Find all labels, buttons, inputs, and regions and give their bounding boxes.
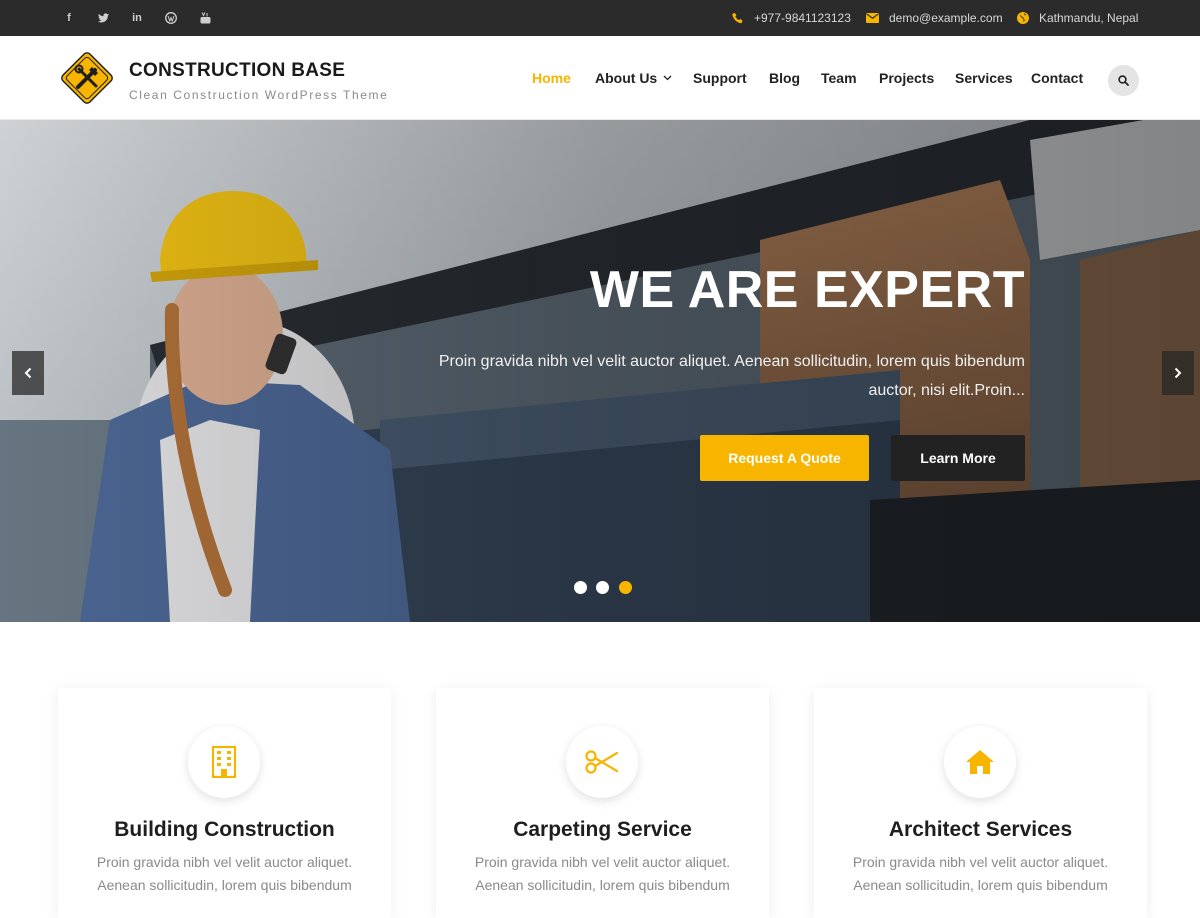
nav-blog[interactable]: Blog: [769, 70, 800, 86]
search-icon: [1118, 75, 1129, 86]
site-header: CONSTRUCTION BASE Clean Construction Wor…: [0, 36, 1200, 120]
nav-projects[interactable]: Projects: [879, 70, 934, 86]
service-card: Carpeting Service Proin gravida nibh vel…: [436, 688, 769, 918]
service-card: Architect Services Proin gravida nibh ve…: [814, 688, 1147, 918]
email-address[interactable]: demo@example.com: [889, 11, 1003, 25]
nav-services[interactable]: Services: [955, 70, 1013, 86]
service-icon-circle: [188, 726, 260, 798]
nav-support[interactable]: Support: [693, 70, 747, 86]
slider-dot-2[interactable]: [596, 581, 609, 594]
chevron-right-icon: [1174, 367, 1182, 379]
slider-next-button[interactable]: [1162, 351, 1194, 395]
chevron-left-icon: [24, 367, 32, 379]
service-title: Building Construction: [114, 818, 335, 841]
service-card: Building Construction Proin gravida nibh…: [58, 688, 391, 918]
service-icon-circle: [944, 726, 1016, 798]
location-contact: Kathmandu, Nepal: [1017, 0, 1138, 36]
service-title: Carpeting Service: [513, 818, 692, 841]
linkedin-icon[interactable]: in: [127, 0, 147, 36]
service-description: Proin gravida nibh vel velit auctor aliq…: [474, 854, 731, 893]
building-icon: [211, 746, 237, 778]
nav-about-us-label: About Us: [595, 70, 658, 86]
site-title[interactable]: CONSTRUCTION BASE: [129, 60, 345, 82]
slider-dot-1[interactable]: [574, 581, 587, 594]
nav-about-us[interactable]: About Us: [595, 70, 672, 86]
scissors-icon: [585, 750, 619, 774]
phone-contact: +977-9841123123: [732, 0, 851, 36]
learn-more-button[interactable]: Learn More: [891, 435, 1025, 481]
phone-icon: [732, 12, 743, 24]
facebook-icon[interactable]: f: [59, 0, 79, 36]
site-tagline: Clean Construction WordPress Theme: [129, 88, 389, 102]
home-icon: [966, 750, 994, 774]
twitter-icon[interactable]: [93, 0, 113, 36]
chevron-down-icon: [663, 75, 672, 81]
wordpress-icon[interactable]: [161, 0, 181, 36]
envelope-icon: [866, 13, 879, 23]
service-description: Proin gravida nibh vel velit auctor aliq…: [96, 854, 353, 893]
hero-title: WE ARE EXPERT: [589, 261, 1025, 319]
phone-number: +977-9841123123: [754, 11, 851, 25]
nav-contact[interactable]: Contact: [1031, 70, 1083, 86]
slider-prev-button[interactable]: [12, 351, 44, 395]
service-title: Architect Services: [888, 818, 1073, 841]
email-contact: demo@example.com: [866, 0, 1003, 36]
nav-team[interactable]: Team: [821, 70, 857, 86]
location-text: Kathmandu, Nepal: [1039, 11, 1139, 25]
hero-slider: WE ARE EXPERT Proin gravida nibh vel vel…: [0, 120, 1200, 622]
service-icon-circle: [566, 726, 638, 798]
nav-home[interactable]: Home: [532, 70, 571, 86]
service-description: Proin gravida nibh vel velit auctor aliq…: [852, 854, 1109, 893]
request-quote-button[interactable]: Request A Quote: [700, 435, 869, 481]
top-bar: f in +977-9841123123 demo@example.com Ka…: [0, 0, 1200, 36]
slider-dot-3[interactable]: [619, 581, 632, 594]
hero-description: Proin gravida nibh vel velit auctor aliq…: [438, 353, 1025, 399]
globe-icon: [1017, 12, 1029, 24]
logo-icon[interactable]: [58, 49, 116, 107]
youtube-icon[interactable]: [195, 0, 215, 36]
search-button[interactable]: [1108, 65, 1139, 96]
